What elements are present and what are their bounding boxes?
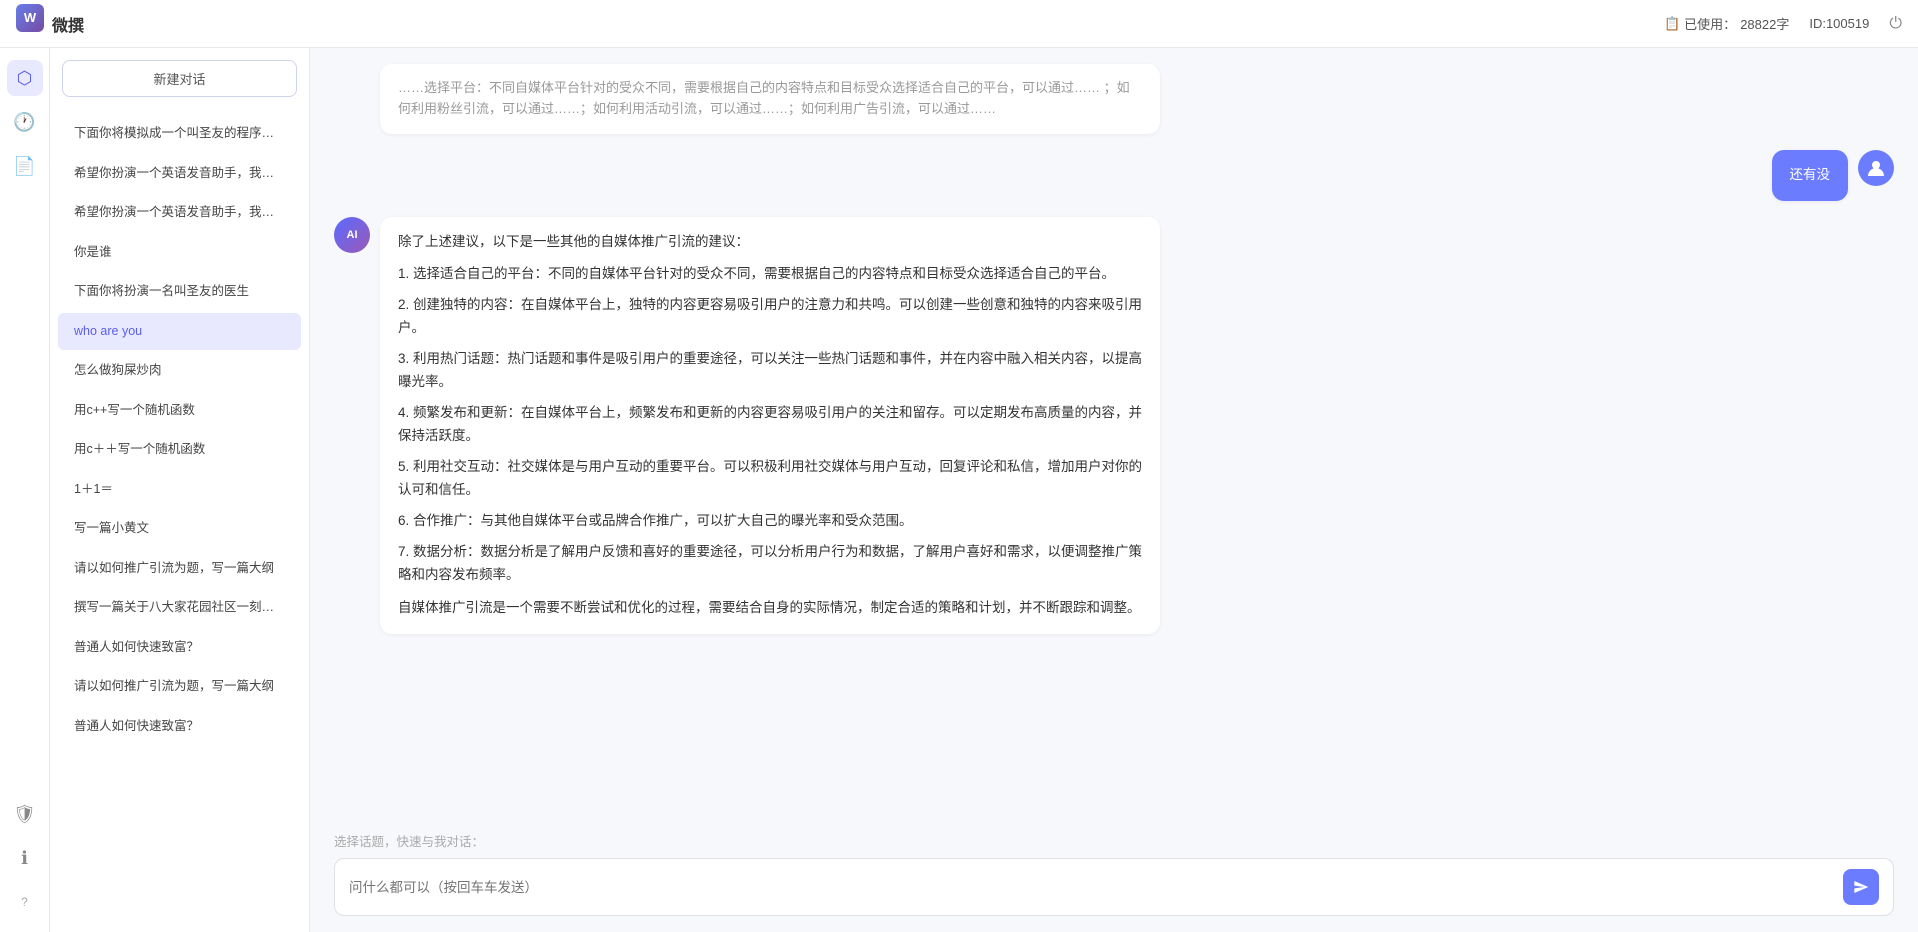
power-button[interactable]: ⏻ (1889, 15, 1902, 33)
topbar-right: 📋 已使用： 28822字 ID:100519 ⏻ (1664, 14, 1902, 33)
history-item[interactable]: 写一篇小黄文 (58, 510, 301, 548)
ai-response-item-7: 7. 数据分析：数据分析是了解用户反馈和喜好的重要途径，可以分析用户行为和数据，… (398, 541, 1142, 587)
sidebar-nav-doc[interactable]: 📄 (7, 148, 43, 184)
ai-response-conclusion: 自媒体推广引流是一个需要不断尝试和优化的过程，需要结合自身的实际情况，制定合适的… (398, 597, 1142, 620)
history-sidebar: 新建对话 下面你将模拟成一个叫圣友的程序员，我说... 希望你扮演一个英语发音助… (50, 48, 310, 932)
user-message-text: 还有没 (1790, 167, 1831, 182)
usage-info: 📋 已使用： 28822字 (1664, 14, 1789, 33)
user-message-bubble: 还有没 (1772, 150, 1849, 201)
app-title: 微撰 (52, 12, 84, 36)
ai-message-bubble: 除了上述建议，以下是一些其他的自媒体推广引流的建议： 1. 选择适合自己的平台：… (380, 217, 1160, 634)
ai-response-item-3: 3. 利用热门话题：热门话题和事件是吸引用户的重要途径，可以关注一些热门话题和事… (398, 348, 1142, 394)
chat-input-area: 选择话题，快速与我对话： (310, 819, 1918, 932)
topbar: W 微撰 📋 已使用： 28822字 ID:100519 ⏻ (0, 0, 1918, 48)
ai-response-item-2: 2. 创建独特的内容：在自媒体平台上，独特的内容更容易吸引用户的注意力和共鸣。可… (398, 294, 1142, 340)
quick-topics-label: 选择话题，快速与我对话： (334, 831, 1894, 850)
history-item[interactable]: 1＋1＝ (58, 471, 301, 509)
usage-count: 28822字 (1740, 14, 1789, 33)
send-icon (1853, 879, 1869, 895)
main-layout: ⬡ 🕐 📄 🛡 ℹ ? 新建对话 下面你将模拟成一个叫圣友的程序员，我说... … (0, 48, 1918, 932)
history-item[interactable]: 用c++写一个随机函数 (58, 392, 301, 430)
history-item[interactable]: 普通人如何快速致富？ (58, 708, 301, 746)
history-item[interactable]: 希望你扮演一个英语发音助手，我提供给你... (58, 194, 301, 232)
usage-label: 已使用： (1684, 14, 1736, 33)
logo-icon: W (16, 4, 44, 32)
history-item[interactable]: 下面你将扮演一名叫圣友的医生 (58, 273, 301, 311)
new-chat-button[interactable]: 新建对话 (62, 60, 297, 97)
chat-area: AI ……选择平台：不同自媒体平台针对的受众不同，需要根据自己的内容特点和目标受… (310, 48, 1918, 932)
message-row-partial: AI ……选择平台：不同自媒体平台针对的受众不同，需要根据自己的内容特点和目标受… (334, 64, 1894, 134)
usage-icon: 📋 (1664, 16, 1680, 32)
history-item[interactable]: 怎么做狗屎炒肉 (58, 352, 301, 390)
history-item[interactable]: 请以如何推广引流为题，写一篇大纲 (58, 668, 301, 706)
history-item[interactable]: 撰写一篇关于八大家花园社区一刻钟便民生... (58, 589, 301, 627)
user-id: ID:100519 (1809, 16, 1869, 31)
history-item-active[interactable]: who are you (58, 313, 301, 351)
history-item[interactable]: 请以如何推广引流为题，写一篇大纲 (58, 550, 301, 588)
ai-response-item-4: 4. 频繁发布和更新：在自媒体平台上，频繁发布和更新的内容更容易吸引用户的关注和… (398, 402, 1142, 448)
history-item[interactable]: 下面你将模拟成一个叫圣友的程序员，我说... (58, 115, 301, 153)
history-item[interactable]: 希望你扮演一个英语发音助手，我提供给你... (58, 155, 301, 193)
partial-message-bubble: ……选择平台：不同自媒体平台针对的受众不同，需要根据自己的内容特点和目标受众选择… (380, 64, 1160, 134)
history-item[interactable]: 你是谁 (58, 234, 301, 272)
user-avatar (1858, 150, 1894, 186)
sidebar-nav-clock[interactable]: 🕐 (7, 104, 43, 140)
partial-message-text: ……选择平台：不同自媒体平台针对的受众不同，需要根据自己的内容特点和目标受众选择… (398, 80, 1130, 116)
chat-messages: AI ……选择平台：不同自媒体平台针对的受众不同，需要根据自己的内容特点和目标受… (310, 48, 1918, 819)
ai-avatar-2: AI (334, 217, 370, 253)
ai-response-item-1: 1. 选择适合自己的平台：不同的自媒体平台针对的受众不同，需要根据自己的内容特点… (398, 263, 1142, 286)
ai-response-item-5: 5. 利用社交互动：社交媒体是与用户互动的重要平台。可以积极利用社交媒体与用户互… (398, 456, 1142, 502)
ai-response-item-6: 6. 合作推广：与其他自媒体平台或品牌合作推广，可以扩大自己的曝光率和受众范围。 (398, 510, 1142, 533)
info-icon-btn[interactable]: ℹ (7, 840, 43, 876)
history-list: 下面你将模拟成一个叫圣友的程序员，我说... 希望你扮演一个英语发音助手，我提供… (50, 109, 309, 932)
shield-icon-btn[interactable]: 🛡 (7, 796, 43, 832)
icon-sidebar: ⬡ 🕐 📄 🛡 ℹ ? (0, 48, 50, 932)
history-item[interactable]: 普通人如何快速致富？ (58, 629, 301, 667)
extra-icon-btn[interactable]: ? (7, 884, 43, 920)
chat-input[interactable] (349, 876, 1835, 898)
input-box-wrapper (334, 858, 1894, 916)
ai-response-intro: 除了上述建议，以下是一些其他的自媒体推广引流的建议： (398, 231, 1142, 254)
history-item[interactable]: 用c＋＋写一个随机函数 (58, 431, 301, 469)
message-row-ai: AI 除了上述建议，以下是一些其他的自媒体推广引流的建议： 1. 选择适合自己的… (334, 217, 1894, 634)
message-row-user: 还有没 (334, 150, 1894, 201)
sidebar-nav-box[interactable]: ⬡ (7, 60, 43, 96)
send-button[interactable] (1843, 869, 1879, 905)
sidebar-bottom: 🛡 ℹ ? (7, 796, 43, 920)
